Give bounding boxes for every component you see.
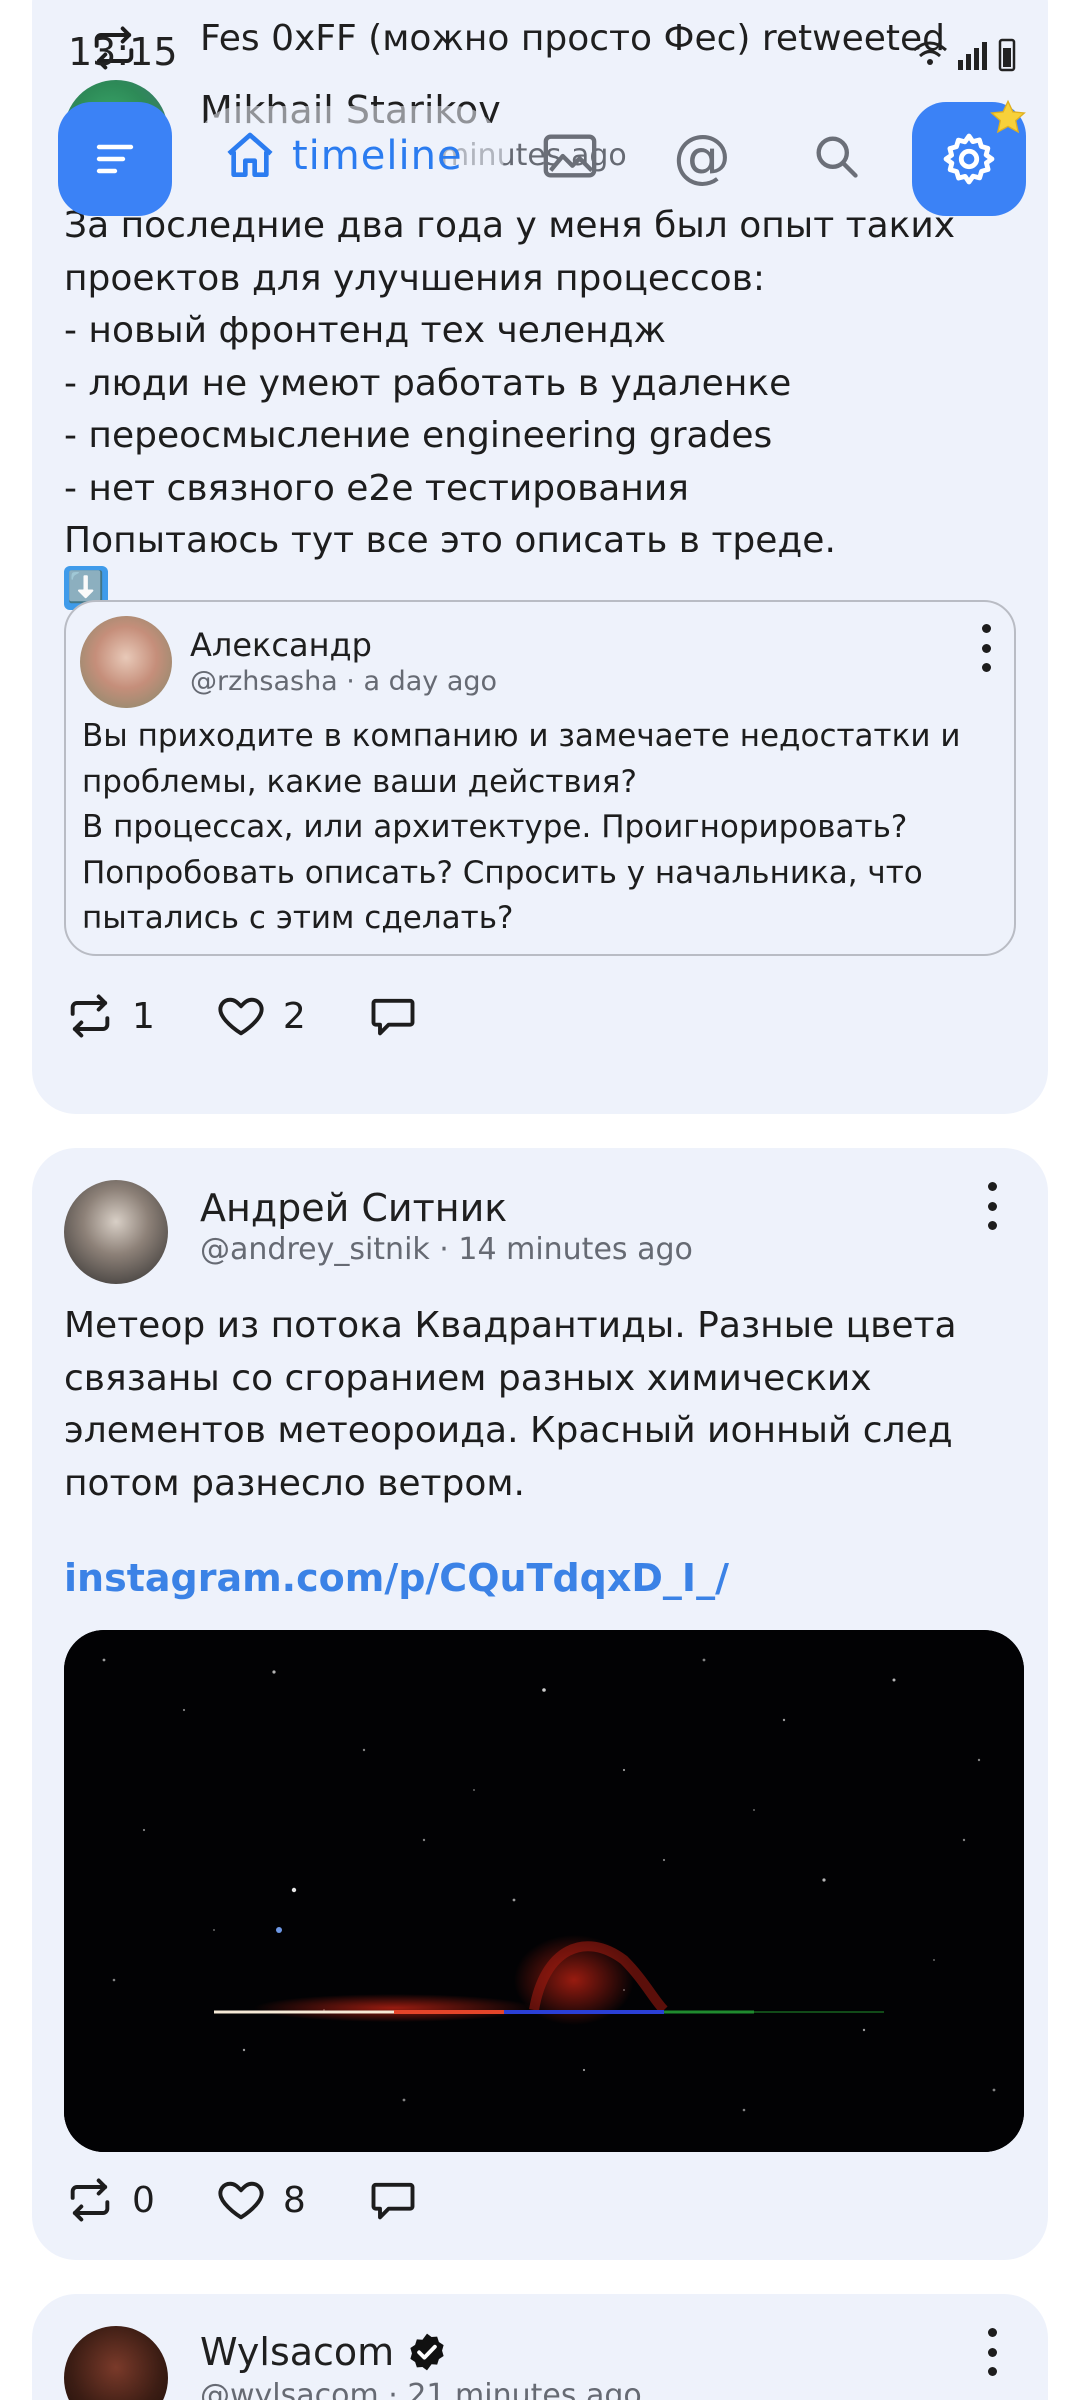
home-icon	[227, 132, 273, 178]
reply-button[interactable]	[366, 2174, 420, 2226]
tab-timeline-label: timeline	[292, 133, 463, 179]
tweet-text: За последние два года у меня был опыт та…	[64, 205, 956, 561]
tweet-text: Метеор из потока Квадрантиды. Разные цве…	[64, 1305, 957, 1504]
author-meta: @andrey_sitnik · 14 minutes ago	[200, 1232, 693, 1267]
tab-search[interactable]	[790, 110, 882, 202]
verified-icon	[410, 2333, 444, 2371]
tweet-actions: 0 8	[64, 2174, 480, 2226]
tab-media[interactable]	[524, 110, 616, 202]
quoted-tweet[interactable]: Александр @rzhsasha · a day ago Вы прихо…	[64, 600, 1016, 956]
author-meta: @wylsacom · 21 minutes ago	[200, 2378, 642, 2400]
more-options-icon[interactable]	[982, 2328, 1002, 2376]
status-time: 13:15	[68, 30, 178, 74]
retweet-icon	[70, 2178, 110, 2222]
author-name[interactable]: Андрей Ситник	[200, 1186, 507, 1230]
quote-text: Вы приходите в компанию и замечаете недо…	[82, 718, 961, 936]
tweet-image[interactable]	[64, 1630, 1024, 2152]
menu-icon	[96, 144, 134, 174]
avatar[interactable]	[80, 616, 172, 708]
heart-icon	[218, 2181, 264, 2220]
tweet-card[interactable]: Wylsacom @wylsacom · 21 minutes ago	[32, 2294, 1048, 2400]
retweet-icon	[70, 994, 110, 1038]
comment-icon	[371, 2182, 415, 2220]
like-count: 8	[282, 2179, 306, 2221]
status-icons	[913, 38, 1016, 72]
more-options-icon[interactable]	[982, 1182, 1002, 1230]
tweet-link[interactable]: instagram.com/p/CQuTdqxD_I_/	[64, 1556, 729, 1600]
tab-mentions[interactable]: @	[656, 110, 748, 202]
like-button[interactable]: 8	[215, 2174, 306, 2226]
heart-icon	[218, 997, 264, 1036]
avatar[interactable]	[64, 1180, 168, 1284]
gear-icon	[943, 133, 995, 185]
more-options-icon[interactable]	[976, 624, 996, 672]
reply-button[interactable]	[366, 990, 420, 1042]
author-name[interactable]: Wylsacom	[200, 2330, 394, 2374]
like-button[interactable]: 2	[215, 990, 306, 1042]
avatar[interactable]	[64, 2326, 168, 2400]
tweet-actions: 1 2	[64, 990, 480, 1042]
star-icon	[990, 99, 1026, 134]
quote-author-name: Александр	[190, 626, 372, 664]
at-icon: @	[673, 122, 731, 190]
top-bar: 13:15 timeline @	[0, 0, 1080, 230]
retweet-button[interactable]: 1	[64, 990, 155, 1042]
tab-timeline[interactable]: timeline	[192, 106, 504, 206]
comment-icon	[371, 998, 415, 1036]
quote-author-meta: @rzhsasha · a day ago	[190, 666, 498, 697]
retweet-count: 0	[132, 2179, 155, 2221]
retweet-count: 1	[132, 995, 155, 1037]
menu-button[interactable]	[58, 102, 172, 216]
search-icon	[816, 136, 858, 178]
like-count: 2	[282, 995, 306, 1037]
image-icon	[543, 134, 597, 178]
retweet-button[interactable]: 0	[64, 2174, 155, 2226]
